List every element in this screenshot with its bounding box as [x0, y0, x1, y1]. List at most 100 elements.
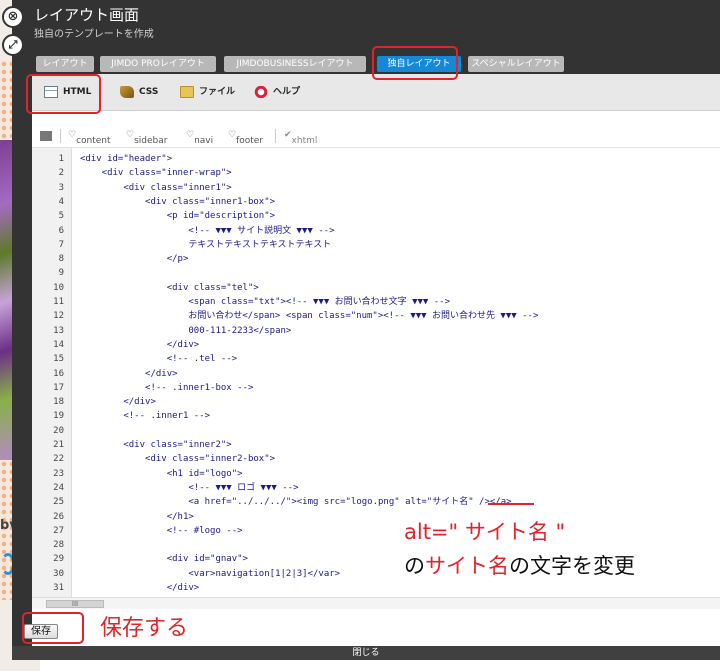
line-number: 23 [53, 468, 64, 479]
close-icon[interactable]: ⊗ [2, 6, 24, 28]
html-button[interactable]: HTML [44, 82, 91, 102]
tab-special-layout[interactable]: スペシャルレイアウト [468, 56, 564, 72]
line-number: 24 [53, 482, 64, 493]
code-text: <!-- .tel --> [80, 354, 238, 365]
dialog-subtitle: 独自のテンプレートを作成 [34, 29, 154, 40]
help-button[interactable]: ヘルプ [254, 82, 300, 102]
html-icon [44, 85, 58, 98]
code-text: <p id="description"> [80, 211, 276, 222]
tab-jimdo-pro-layout[interactable]: JIMDO PROレイアウト [100, 56, 216, 72]
line-number: 19 [53, 411, 64, 422]
help-label: ヘルプ [273, 87, 301, 97]
alt-annotation: alt=" サイト名 " [404, 520, 566, 544]
line-number: 28 [53, 540, 64, 551]
tab-layout[interactable]: レイアウト [36, 56, 94, 72]
line-number: 17 [53, 382, 64, 393]
line-number: 30 [53, 568, 64, 579]
lifebuoy-icon [254, 85, 268, 98]
code-text: テキストテキストテキストテキスト [80, 239, 332, 250]
code-text: <!-- .inner1-box --> [80, 382, 254, 393]
line-number: 21 [53, 440, 64, 450]
line-number: 15 [53, 354, 64, 365]
css-button[interactable]: CSS [120, 82, 158, 102]
line-number: 2 [58, 168, 64, 179]
insert-sidebar-button[interactable]: ♡ sidebar [126, 130, 167, 146]
code-text: <div class="inner1"> [80, 182, 232, 193]
line-number: 11 [53, 297, 64, 307]
site-name-underline [488, 503, 534, 505]
insert-bar: ♡ content ♡ sidebar ♡ navi ♡ footer ✔ xhtml [32, 124, 720, 148]
code-text: </div> [80, 397, 156, 408]
horizontal-scrollbar[interactable]: III [32, 597, 720, 609]
expand-icon[interactable]: ⤢ [2, 34, 24, 56]
insert-navi-button[interactable]: ♡ navi [186, 130, 213, 146]
site-name-annotation: のサイト名の文字を変更 [404, 554, 635, 578]
block-icon[interactable] [40, 131, 52, 141]
code-text: <div class="inner1-box"> [80, 196, 276, 207]
line-number: 8 [58, 254, 64, 265]
code-text: <!-- #logo --> [80, 525, 243, 536]
line-number: 6 [58, 225, 64, 236]
code-text: </div> [80, 339, 200, 350]
close-button[interactable]: 閉じる [12, 646, 720, 660]
code-text: <!-- .inner1 --> [80, 411, 211, 422]
line-number: 26 [53, 511, 64, 522]
divider [275, 129, 276, 143]
xhtml-check-button[interactable]: ✔ xhtml [284, 130, 317, 146]
code-text: </div> [80, 583, 200, 593]
code-editor[interactable]: 1 <div id="header"> 2 <div class="inner-wr… [32, 148, 720, 597]
code-text: <h1 id="logo"> [80, 468, 243, 479]
code-text: <span class="txt"><!-- ▼▼▼ お問い合わせ文字 ▼▼▼ … [80, 297, 451, 307]
editor-toolbar: HTML CSS ファイル ヘルプ [32, 74, 720, 111]
code-text: <a href="../../../"><img src="logo.png" … [80, 497, 512, 508]
dialog-title: レイアウト画面 [34, 6, 140, 24]
line-number: 10 [53, 282, 64, 293]
code-text: <div class="inner2-box"> [80, 454, 276, 465]
line-number: 1 [58, 154, 64, 164]
code-text: <div id="header"> [80, 154, 173, 164]
save-button[interactable]: 保存 [24, 624, 58, 639]
line-number: 4 [58, 196, 64, 207]
code-text: <div id="gnav"> [80, 554, 248, 565]
line-number: 5 [58, 211, 64, 222]
code-text: <var>navigation[1|2|3]</var> [80, 568, 341, 579]
line-number: 14 [53, 339, 64, 350]
divider [60, 129, 61, 143]
line-number: 29 [53, 554, 64, 565]
code-text: <div class="tel"> [80, 282, 259, 293]
line-number: 18 [53, 397, 64, 408]
scrollbar-thumb[interactable]: III [46, 600, 104, 608]
page: bv レイアウト画面 独自のテンプレートを作成 レイアウト JIMDO PROレ… [0, 0, 720, 671]
line-number: 9 [58, 268, 64, 279]
line-number: 31 [53, 583, 64, 593]
tab-jimdo-business-layout[interactable]: JIMDOBUSINESSレイアウト [224, 56, 366, 72]
brush-icon [120, 85, 134, 98]
line-number: 12 [53, 311, 64, 322]
line-number: 13 [53, 325, 64, 336]
code-text: <!-- ▼▼▼ サイト説明文 ▼▼▼ --> [80, 225, 335, 236]
code-text: 000-111-2233</span> [80, 325, 292, 336]
line-number: 7 [58, 239, 64, 250]
folder-icon [180, 85, 194, 98]
line-number: 20 [53, 425, 64, 436]
insert-footer-button[interactable]: ♡ footer [228, 130, 263, 146]
code-text: <div class="inner2"> [80, 440, 232, 450]
save-annotation: 保存する [100, 616, 189, 641]
line-number: 25 [53, 497, 64, 508]
line-number: 16 [53, 368, 64, 379]
css-label: CSS [139, 87, 159, 97]
file-button[interactable]: ファイル [180, 82, 235, 102]
insert-content-button[interactable]: ♡ content [68, 130, 111, 146]
html-label: HTML [63, 87, 92, 97]
code-text: </div> [80, 368, 178, 379]
tab-custom-layout[interactable]: 独自レイアウト [377, 56, 461, 72]
line-number: 22 [53, 454, 64, 465]
line-number: 27 [53, 525, 64, 536]
code-text: <div class="inner-wrap"> [80, 168, 232, 179]
code-text: </h1> [80, 511, 194, 522]
code-text: <!-- ▼▼▼ ロゴ ▼▼▼ --> [80, 482, 299, 493]
code-text: </p> [80, 254, 189, 265]
line-number: 3 [58, 182, 64, 193]
code-text: お問い合わせ</span> <span class="num"><!-- ▼▼▼… [80, 311, 539, 322]
file-label: ファイル [199, 87, 236, 97]
